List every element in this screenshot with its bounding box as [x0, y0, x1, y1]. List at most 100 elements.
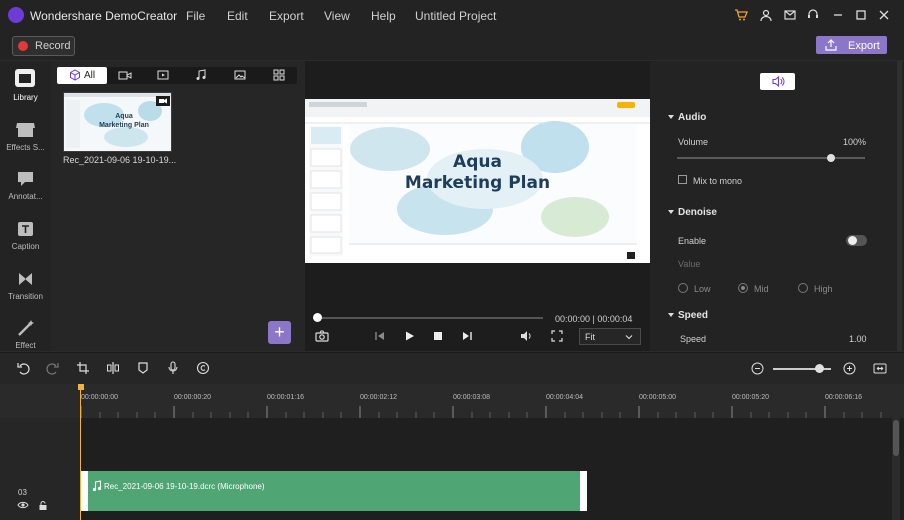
previous-frame-icon[interactable] — [373, 329, 387, 343]
stop-icon[interactable] — [431, 329, 445, 343]
crop-icon[interactable] — [76, 361, 90, 375]
mail-icon[interactable] — [783, 8, 799, 24]
mix-to-mono-checkbox[interactable] — [678, 175, 687, 184]
audio-clip[interactable] — [81, 471, 587, 511]
tab-music-icon[interactable] — [195, 69, 207, 81]
properties-panel — [650, 61, 904, 351]
fullscreen-icon[interactable] — [550, 329, 564, 343]
timecode: 00:00:00 | 00:00:04 — [555, 314, 633, 324]
track-number: 03 — [18, 488, 27, 497]
menu-export[interactable]: Export — [269, 9, 304, 23]
zoom-in-icon[interactable] — [843, 362, 856, 375]
nav-annotation-label: Annotat... — [8, 192, 43, 201]
nav-effect-label: Effect — [15, 341, 36, 350]
lock-icon[interactable] — [38, 500, 48, 511]
eye-icon[interactable] — [17, 500, 29, 510]
chevron-down-icon — [624, 332, 634, 342]
denoise-high-label: High — [814, 284, 833, 294]
nav-transition[interactable] — [0, 269, 51, 289]
clip-trim-left-handle[interactable] — [81, 471, 88, 511]
tab-all-label: All — [84, 70, 96, 81]
nav-library[interactable] — [0, 67, 51, 89]
media-name: Rec_2021-09-06 19-10-19... — [63, 155, 177, 165]
undo-icon[interactable] — [16, 361, 30, 375]
timeline-ruler[interactable] — [0, 384, 904, 418]
speaker-icon — [771, 75, 785, 88]
volume-slider-handle[interactable] — [827, 154, 835, 162]
ruler-tick-label: 00:00:00:20 — [174, 394, 211, 401]
playback-progress[interactable] — [317, 317, 543, 319]
collapse-speed-icon[interactable] — [667, 311, 675, 319]
ruler-tick-label: 00:00:03:08 — [453, 394, 490, 401]
menu-file[interactable]: File — [186, 9, 205, 23]
clip-trim-right-handle[interactable] — [580, 471, 587, 511]
voiceover-mic-icon[interactable] — [166, 361, 180, 375]
ruler-tick-label: 00:00:05:20 — [732, 394, 769, 401]
export-label: Export — [848, 40, 880, 52]
support-icon[interactable] — [806, 8, 822, 24]
nav-annotation[interactable] — [0, 169, 51, 189]
tab-grid-icon[interactable] — [273, 69, 285, 81]
denoise-enable-toggle-knob — [848, 236, 857, 245]
timeline-scrollbar-thumb[interactable] — [893, 420, 899, 456]
tab-video-icon[interactable] — [118, 69, 132, 81]
ruler-tick-label: 00:00:01:16 — [267, 394, 304, 401]
next-frame-icon[interactable] — [460, 329, 474, 343]
menu-help[interactable]: Help — [371, 9, 396, 23]
denoise-mid-radio[interactable] — [738, 283, 748, 293]
app-logo-icon — [8, 7, 24, 23]
media-thumbnail[interactable]: Aqua Marketing Plan — [63, 92, 172, 152]
split-icon[interactable] — [106, 361, 120, 375]
menu-view[interactable]: View — [324, 9, 350, 23]
volume-icon[interactable] — [519, 329, 533, 343]
svg-text:Aqua: Aqua — [115, 113, 133, 120]
menu-edit[interactable]: Edit — [227, 9, 248, 23]
denoise-low-label: Low — [694, 284, 711, 294]
timeline-zoom-handle[interactable] — [815, 364, 824, 373]
account-icon[interactable] — [759, 8, 775, 24]
denoise-section-title: Denoise — [678, 207, 717, 218]
marker-icon[interactable] — [136, 361, 150, 375]
ruler-tick-label: 00:00:00:00 — [81, 394, 118, 401]
speed-value: 1.00 — [849, 334, 867, 344]
volume-slider[interactable] — [677, 157, 865, 159]
denoise-mid-label: Mid — [754, 284, 769, 294]
tab-play-icon[interactable] — [157, 69, 169, 81]
zoom-out-icon[interactable] — [751, 362, 764, 375]
toolbar — [0, 32, 904, 60]
denoise-high-radio[interactable] — [798, 283, 808, 293]
close-icon[interactable] — [877, 8, 893, 24]
denoise-low-radio[interactable] — [678, 283, 688, 293]
ruler-tick-label: 00:00:05:00 — [639, 394, 676, 401]
cart-icon[interactable] — [734, 8, 750, 24]
nav-effects-store-label: Effects S... — [6, 143, 45, 152]
playhead[interactable] — [80, 384, 81, 520]
project-title: Untitled Project — [415, 9, 497, 23]
collapse-audio-icon[interactable] — [667, 113, 675, 121]
play-icon[interactable] — [402, 329, 416, 343]
denoise-value-label: Value — [678, 259, 701, 269]
properties-scrollbar[interactable] — [897, 61, 902, 351]
speed-section-title: Speed — [678, 310, 709, 321]
slide-title-line2: Marketing Plan — [404, 173, 551, 193]
zoom-fit-value: Fit — [585, 332, 595, 342]
playhead-handle[interactable] — [78, 384, 84, 390]
redo-icon[interactable] — [46, 361, 60, 375]
tab-all[interactable] — [57, 67, 107, 84]
ruler-tick-label: 00:00:04:04 — [546, 394, 583, 401]
nav-effect[interactable] — [0, 318, 51, 338]
nav-effects-store[interactable] — [0, 119, 51, 139]
maximize-icon[interactable] — [854, 8, 870, 24]
snapshot-icon[interactable] — [315, 329, 329, 343]
copyright-icon[interactable] — [196, 361, 210, 375]
fit-timeline-icon[interactable] — [873, 362, 887, 375]
playback-scrubber[interactable] — [313, 313, 322, 322]
tab-image-icon[interactable] — [234, 69, 246, 81]
app-title: Wondershare DemoCreator — [30, 9, 178, 23]
collapse-denoise-icon[interactable] — [667, 208, 675, 216]
minimize-icon[interactable] — [831, 8, 847, 24]
volume-label: Volume — [678, 137, 709, 147]
add-media-button[interactable]: + — [268, 321, 291, 344]
nav-caption[interactable] — [0, 219, 51, 239]
audio-section-title: Audio — [678, 112, 707, 123]
